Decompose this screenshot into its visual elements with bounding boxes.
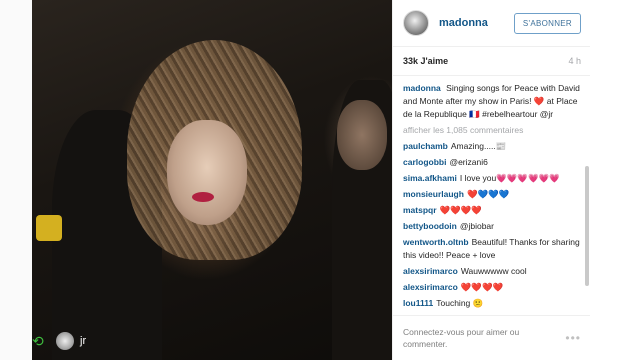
comment-text: @jbiobar bbox=[459, 221, 494, 231]
comment-text: Amazing.....📰 bbox=[450, 141, 507, 151]
right-margin bbox=[590, 0, 640, 360]
comment-username[interactable]: alexsirimarco bbox=[403, 266, 458, 276]
comment-text: Wauwwwww cool bbox=[460, 266, 527, 276]
post-header: madonna S'ABONNER bbox=[393, 0, 591, 47]
scrollbar[interactable] bbox=[585, 166, 589, 286]
comment-row: matspqr ❤️❤️❤️❤️ bbox=[403, 204, 581, 217]
comment-row: alexsirimarco ❤️❤️❤️❤️ bbox=[403, 281, 581, 294]
left-margin bbox=[0, 0, 32, 360]
regram-username[interactable]: jr bbox=[80, 335, 86, 347]
comment-username[interactable]: alexsirimarco bbox=[403, 282, 458, 292]
comments-list: madonna Singing songs for Peace with Dav… bbox=[393, 76, 591, 322]
face-right bbox=[337, 100, 387, 170]
comment-username[interactable]: monsieurlaugh bbox=[403, 189, 464, 199]
comment-text: ❤️💙💙💙 bbox=[466, 189, 510, 199]
regram-credit[interactable]: ⟲ jr bbox=[32, 332, 86, 350]
comment-username[interactable]: sima.afkhami bbox=[403, 173, 457, 183]
comment-text: Touching 😕 bbox=[436, 298, 484, 308]
like-count: 33k J'aime bbox=[403, 56, 449, 66]
comment-row: lou1111 Touching 😕 bbox=[403, 297, 581, 310]
comment-row: paulchamb Amazing.....📰 bbox=[403, 140, 581, 153]
more-dots-icon[interactable]: ••• bbox=[565, 331, 581, 345]
post-meta: 33k J'aime 4 h bbox=[393, 47, 591, 76]
yellow-badge bbox=[36, 215, 62, 241]
lips bbox=[192, 192, 214, 202]
comment-row: bettyboodoin @jbiobar bbox=[403, 220, 581, 233]
follow-button[interactable]: S'ABONNER bbox=[513, 12, 581, 34]
login-prompt[interactable]: Connectez-vous pour aimer ou commenter. bbox=[403, 326, 543, 350]
comment-row: wentworth.oltnb Beautiful! Thanks for sha… bbox=[403, 236, 581, 262]
avatar-icon[interactable] bbox=[403, 10, 429, 36]
comment-username[interactable]: lou1111 bbox=[403, 298, 433, 308]
comment-username[interactable]: matspqr bbox=[403, 205, 437, 215]
comment-text: @erizani6 bbox=[449, 157, 488, 167]
comment-text: I love you💗💗💗💗💗💗 bbox=[459, 173, 560, 183]
post-username[interactable]: madonna bbox=[439, 17, 488, 29]
comment-text: ❤️❤️❤️❤️ bbox=[460, 282, 504, 292]
post-time: 4 h bbox=[568, 56, 581, 66]
comment-username[interactable]: bettyboodoin bbox=[403, 221, 457, 231]
comment-row: alexsirimarco Wauwwwww cool bbox=[403, 265, 581, 278]
comment-username[interactable]: wentworth.oltnb bbox=[403, 237, 469, 247]
post-sidebar: madonna S'ABONNER 33k J'aime 4 h madonna… bbox=[392, 0, 591, 360]
comment-container: paulchamb Amazing.....📰 carlogobbi @erizani… bbox=[403, 140, 581, 310]
more-comments-link[interactable]: afficher les 1,085 commentaires bbox=[403, 125, 581, 135]
comment-row: sima.afkhami I love you💗💗💗💗💗💗 bbox=[403, 172, 581, 185]
post-footer: Connectez-vous pour aimer ou commenter. … bbox=[393, 315, 591, 360]
post-video[interactable] bbox=[32, 0, 392, 360]
caption: madonna Singing songs for Peace with Dav… bbox=[403, 82, 581, 121]
comment-row: carlogobbi @erizani6 bbox=[403, 156, 581, 169]
face bbox=[167, 120, 247, 225]
comment-username[interactable]: carlogobbi bbox=[403, 157, 446, 167]
comment-text: ❤️❤️❤️❤️ bbox=[439, 205, 482, 215]
comment-row: monsieurlaugh ❤️💙💙💙 bbox=[403, 188, 581, 201]
comment-username[interactable]: paulchamb bbox=[403, 141, 448, 151]
regram-avatar bbox=[56, 332, 74, 350]
caption-username[interactable]: madonna bbox=[403, 83, 441, 93]
regram-icon: ⟲ bbox=[32, 333, 44, 349]
